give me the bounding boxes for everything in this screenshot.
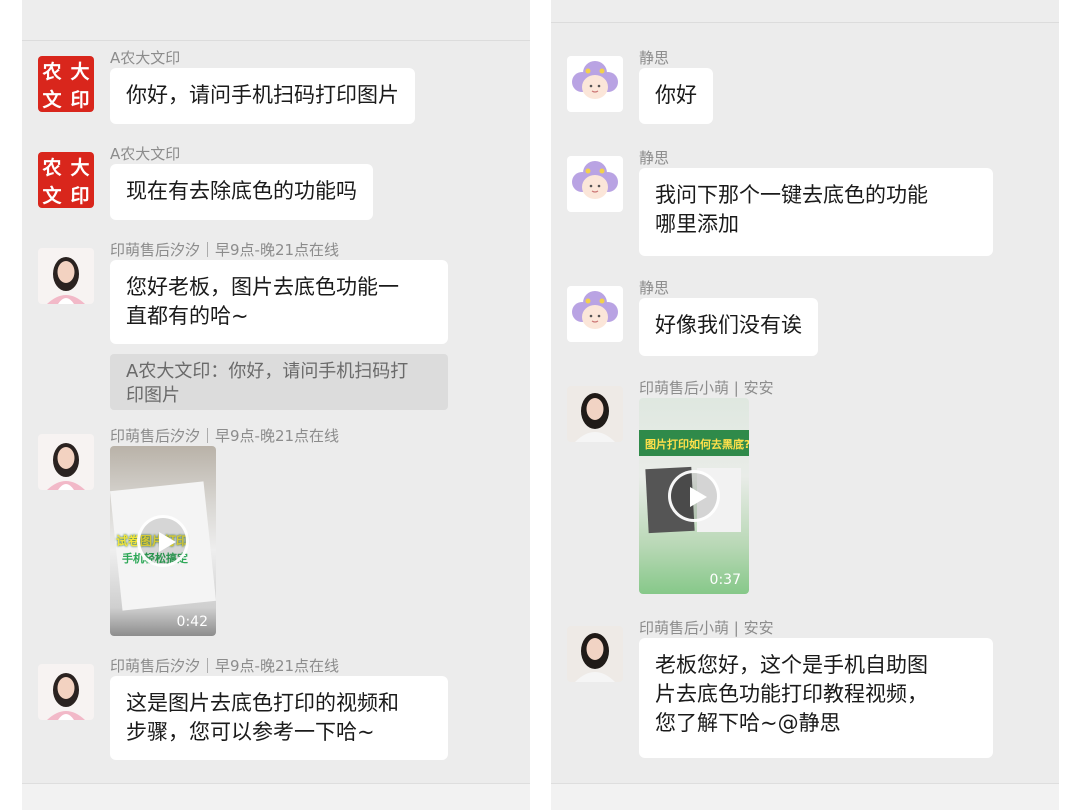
message-bubble[interactable]: 老板您好，这个是手机自助图 片去底色功能打印教程视频， 您了解下哈~@静思 <box>639 638 993 758</box>
avatar[interactable] <box>567 286 623 342</box>
message-bubble[interactable]: 现在有去除底色的功能吗 <box>110 164 373 220</box>
message-bubble[interactable]: 你好 <box>639 68 713 124</box>
sender-name: 静思 <box>639 149 670 167</box>
logo-char: 文 <box>42 88 62 111</box>
message-bubble[interactable]: 好像我们没有诶 <box>639 298 818 356</box>
sender-name: 印萌售后汐汐｜早9点-晚21点在线 <box>110 657 340 675</box>
sender-name: A农大文印 <box>110 145 181 163</box>
quoted-message[interactable]: A农大文印：你好，请问手机扫码打 印图片 <box>110 354 448 410</box>
logo-char: 印 <box>70 88 90 111</box>
play-icon[interactable] <box>668 470 720 522</box>
sender-name: A农大文印 <box>110 49 181 67</box>
logo-char: 大 <box>70 156 90 179</box>
video-duration: 0:42 <box>176 614 208 630</box>
avatar[interactable] <box>38 434 94 490</box>
avatar[interactable] <box>567 626 623 682</box>
sender-name: 印萌售后汐汐｜早9点-晚21点在线 <box>110 241 340 259</box>
logo-char: 农 <box>42 60 62 83</box>
avatar[interactable] <box>38 248 94 304</box>
video-thumbnail[interactable]: 试卷图片打印 手机轻松搞定 0:42 <box>110 446 216 636</box>
sender-name: 静思 <box>639 49 670 67</box>
message-bubble[interactable]: 您好老板，图片去底色功能一 直都有的哈~ <box>110 260 448 344</box>
avatar[interactable] <box>38 664 94 720</box>
chat-footer <box>22 783 530 810</box>
sender-name: 印萌售后小萌 | 安安 <box>639 619 774 637</box>
avatar[interactable]: 农 大 文 印 <box>38 56 94 112</box>
avatar[interactable] <box>567 386 623 442</box>
left-chat-panel: 农 大 文 印 A农大文印 你好，请问手机扫码打印图片 农 大 文 印 A农大文… <box>22 0 530 810</box>
logo-char: 农 <box>42 156 62 179</box>
right-chat-panel: 静思 你好 静思 我问下那个一键去底色的功能 哪里添加 静思 好像我们没有诶 印… <box>551 0 1059 810</box>
chat-footer <box>551 783 1059 810</box>
video-thumbnail[interactable]: 图片打印如何去黑底? 0:37 <box>639 398 749 594</box>
sender-name: 印萌售后小萌 | 安安 <box>639 379 774 397</box>
chat-header <box>22 0 530 41</box>
sender-name: 印萌售后汐汐｜早9点-晚21点在线 <box>110 427 340 445</box>
logo-char: 文 <box>42 184 62 207</box>
message-bubble[interactable]: 我问下那个一键去底色的功能 哪里添加 <box>639 168 993 256</box>
avatar[interactable] <box>567 56 623 112</box>
sender-name: 静思 <box>639 279 670 297</box>
avatar[interactable] <box>567 156 623 212</box>
avatar[interactable]: 农 大 文 印 <box>38 152 94 208</box>
video-caption: 图片打印如何去黑底? <box>645 438 749 451</box>
message-bubble[interactable]: 你好，请问手机扫码打印图片 <box>110 68 415 124</box>
chat-header <box>551 0 1059 23</box>
message-bubble[interactable]: 这是图片去底色打印的视频和 步骤，您可以参考一下哈~ <box>110 676 448 760</box>
logo-char: 大 <box>70 60 90 83</box>
logo-char: 印 <box>70 184 90 207</box>
video-duration: 0:37 <box>709 572 741 588</box>
play-icon[interactable] <box>137 515 189 567</box>
